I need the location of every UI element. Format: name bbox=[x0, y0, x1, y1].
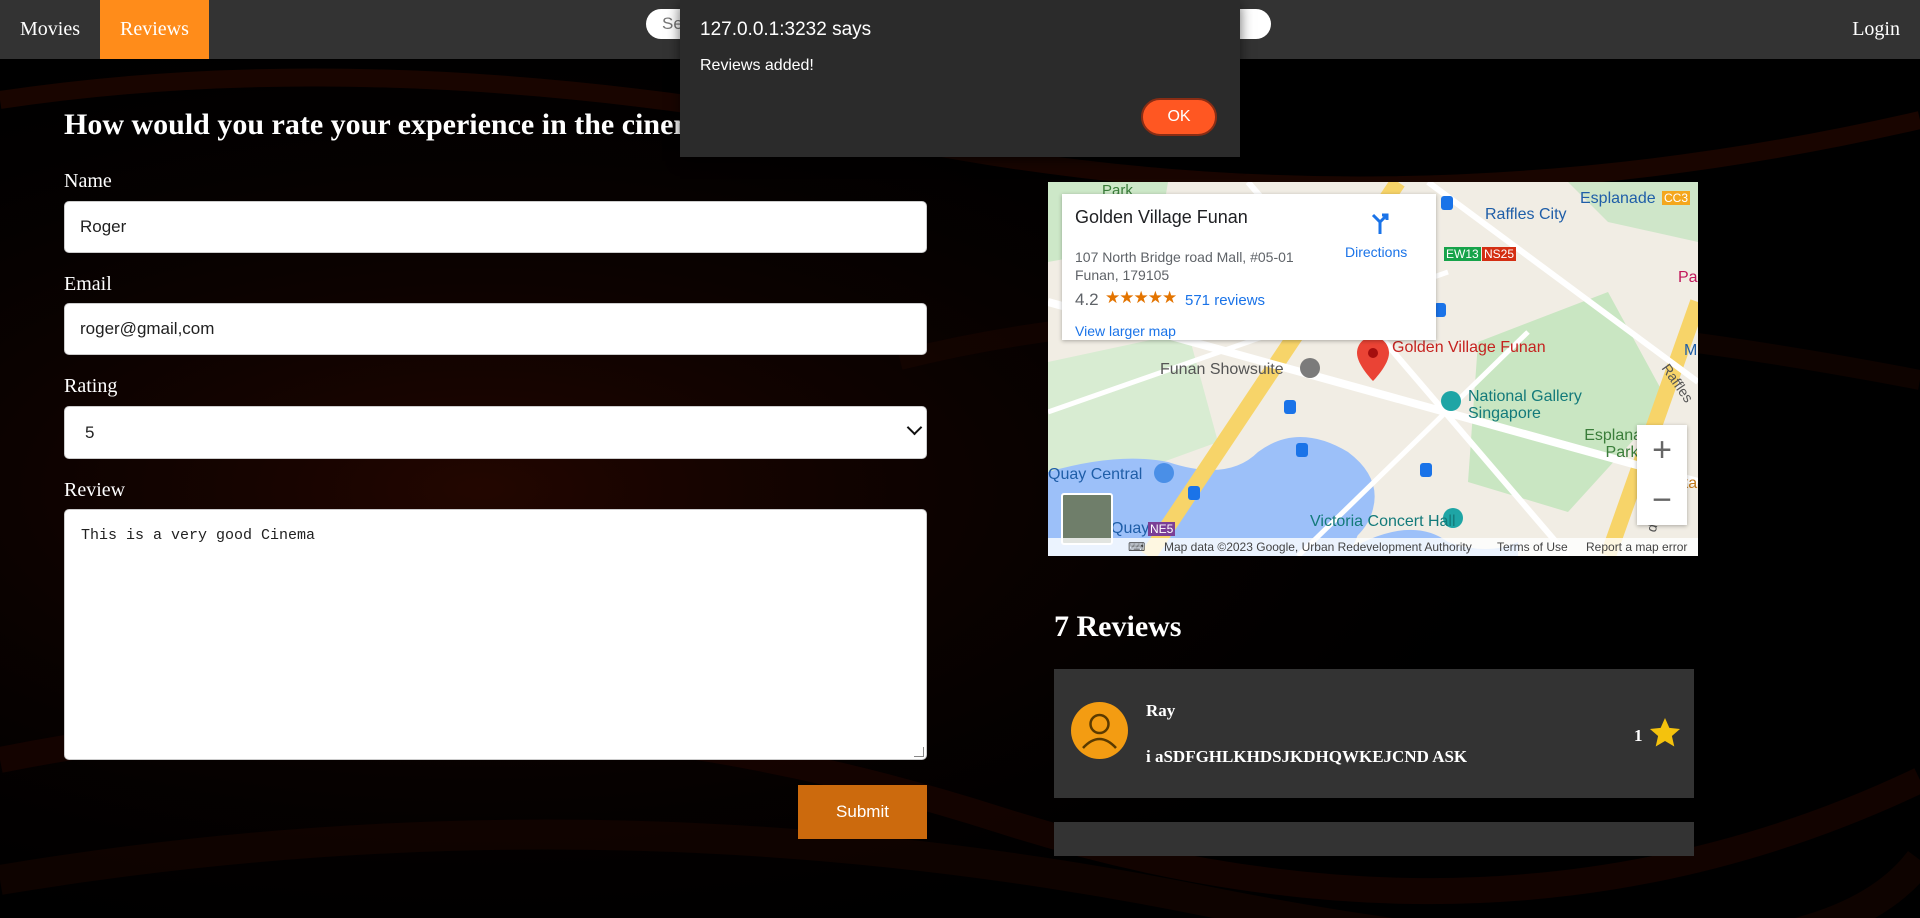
review-text: i aSDFGHLKHDSJKDHQWKEJCND ASK bbox=[1146, 747, 1468, 766]
map-label-ns25: NS25 bbox=[1482, 247, 1517, 261]
directions-icon[interactable] bbox=[1367, 210, 1393, 236]
map-label-golden-village: Golden Village Funan bbox=[1392, 339, 1546, 356]
email-label: Email bbox=[64, 273, 112, 295]
map-label-pa: Pa bbox=[1678, 269, 1698, 286]
dialog-ok-button[interactable]: OK bbox=[1141, 98, 1217, 136]
review-textarea[interactable]: This is a very good Cinema bbox=[64, 509, 927, 760]
zoom-out-button[interactable]: − bbox=[1637, 475, 1687, 525]
chevron-down-icon bbox=[906, 419, 923, 436]
rating-select[interactable]: 5 bbox=[64, 406, 927, 459]
map-label-funan-showsuite: Funan Showsuite bbox=[1160, 361, 1284, 378]
view-larger-map-link[interactable]: View larger map bbox=[1075, 323, 1176, 339]
map-label-m: M bbox=[1684, 342, 1698, 359]
map-label-national-gallery: National Gallery Singapore bbox=[1468, 388, 1582, 422]
review-textarea-value: This is a very good Cinema bbox=[81, 527, 316, 544]
map-attribution: Map data ©2023 Google, Urban Redevelopme… bbox=[1164, 540, 1472, 554]
map-label-cc3: CC3 bbox=[1662, 191, 1691, 205]
nav-movies[interactable]: Movies bbox=[0, 0, 100, 59]
report-error-link[interactable]: Report a map error bbox=[1586, 538, 1687, 556]
map-embed[interactable]: Park Esplanade CC3 Raffles City EW13 NS2… bbox=[1048, 182, 1698, 556]
review-item: Ray i aSDFGHLKHDSJKDHQWKEJCND ASK 1 bbox=[1054, 669, 1694, 798]
name-label: Name bbox=[64, 170, 112, 192]
submit-button[interactable]: Submit bbox=[798, 785, 927, 839]
map-attribution-bar: ⌨ Map data ©2023 Google, Urban Redevelop… bbox=[1048, 538, 1698, 556]
rating-select-value: 5 bbox=[85, 423, 95, 442]
map-label-ne5: NE5 bbox=[1148, 522, 1176, 536]
user-icon bbox=[1082, 713, 1117, 749]
place-address: 107 North Bridge road Mall, #05-01 Funan… bbox=[1075, 249, 1294, 283]
review-author: Ray bbox=[1146, 701, 1176, 720]
rating-label: Rating bbox=[64, 375, 118, 397]
place-rating: 4.2 bbox=[1075, 290, 1099, 309]
avatar bbox=[1071, 702, 1128, 759]
keyboard-icon[interactable]: ⌨ bbox=[1128, 538, 1145, 556]
map-label-victoria: Victoria Concert Hall bbox=[1310, 513, 1456, 530]
zoom-control: + − bbox=[1637, 425, 1687, 525]
email-field[interactable]: roger@gmail,com bbox=[64, 303, 927, 355]
place-name: Golden Village Funan bbox=[1075, 207, 1248, 227]
reviews-title: 7 Reviews bbox=[1054, 610, 1182, 643]
review-item bbox=[1054, 822, 1694, 856]
nav-reviews[interactable]: Reviews bbox=[100, 0, 209, 59]
nav-login[interactable]: Login bbox=[1807, 0, 1920, 59]
terms-link[interactable]: Terms of Use bbox=[1497, 538, 1568, 556]
directions-link[interactable]: Directions bbox=[1345, 244, 1407, 260]
review-label: Review bbox=[64, 479, 126, 501]
map-label-quay-central: Quay Central bbox=[1048, 466, 1143, 483]
place-card: Golden Village Funan 107 North Bridge ro… bbox=[1062, 194, 1436, 340]
place-stars: ★★★★★ bbox=[1105, 288, 1177, 307]
map-label-raffles-city: Raffles City bbox=[1485, 206, 1567, 223]
zoom-in-button[interactable]: + bbox=[1637, 425, 1687, 475]
dialog-title: 127.0.0.1:3232 says bbox=[700, 19, 872, 40]
resize-handle-icon[interactable] bbox=[914, 747, 924, 757]
map-label-quay: Quay bbox=[1111, 520, 1150, 537]
review-rating: 1 bbox=[1634, 726, 1643, 745]
map-label-ew13: EW13 bbox=[1444, 247, 1481, 261]
place-reviews-link[interactable]: 571 reviews bbox=[1185, 292, 1265, 309]
name-field[interactable]: Roger bbox=[64, 201, 927, 253]
dialog-message: Reviews added! bbox=[700, 57, 814, 74]
form-heading: How would you rate your experience in th… bbox=[64, 108, 684, 141]
alert-dialog: 127.0.0.1:3232 says Reviews added! OK bbox=[680, 0, 1240, 157]
map-label-esplanade: Esplanade bbox=[1580, 190, 1656, 207]
star-icon bbox=[1650, 718, 1680, 747]
